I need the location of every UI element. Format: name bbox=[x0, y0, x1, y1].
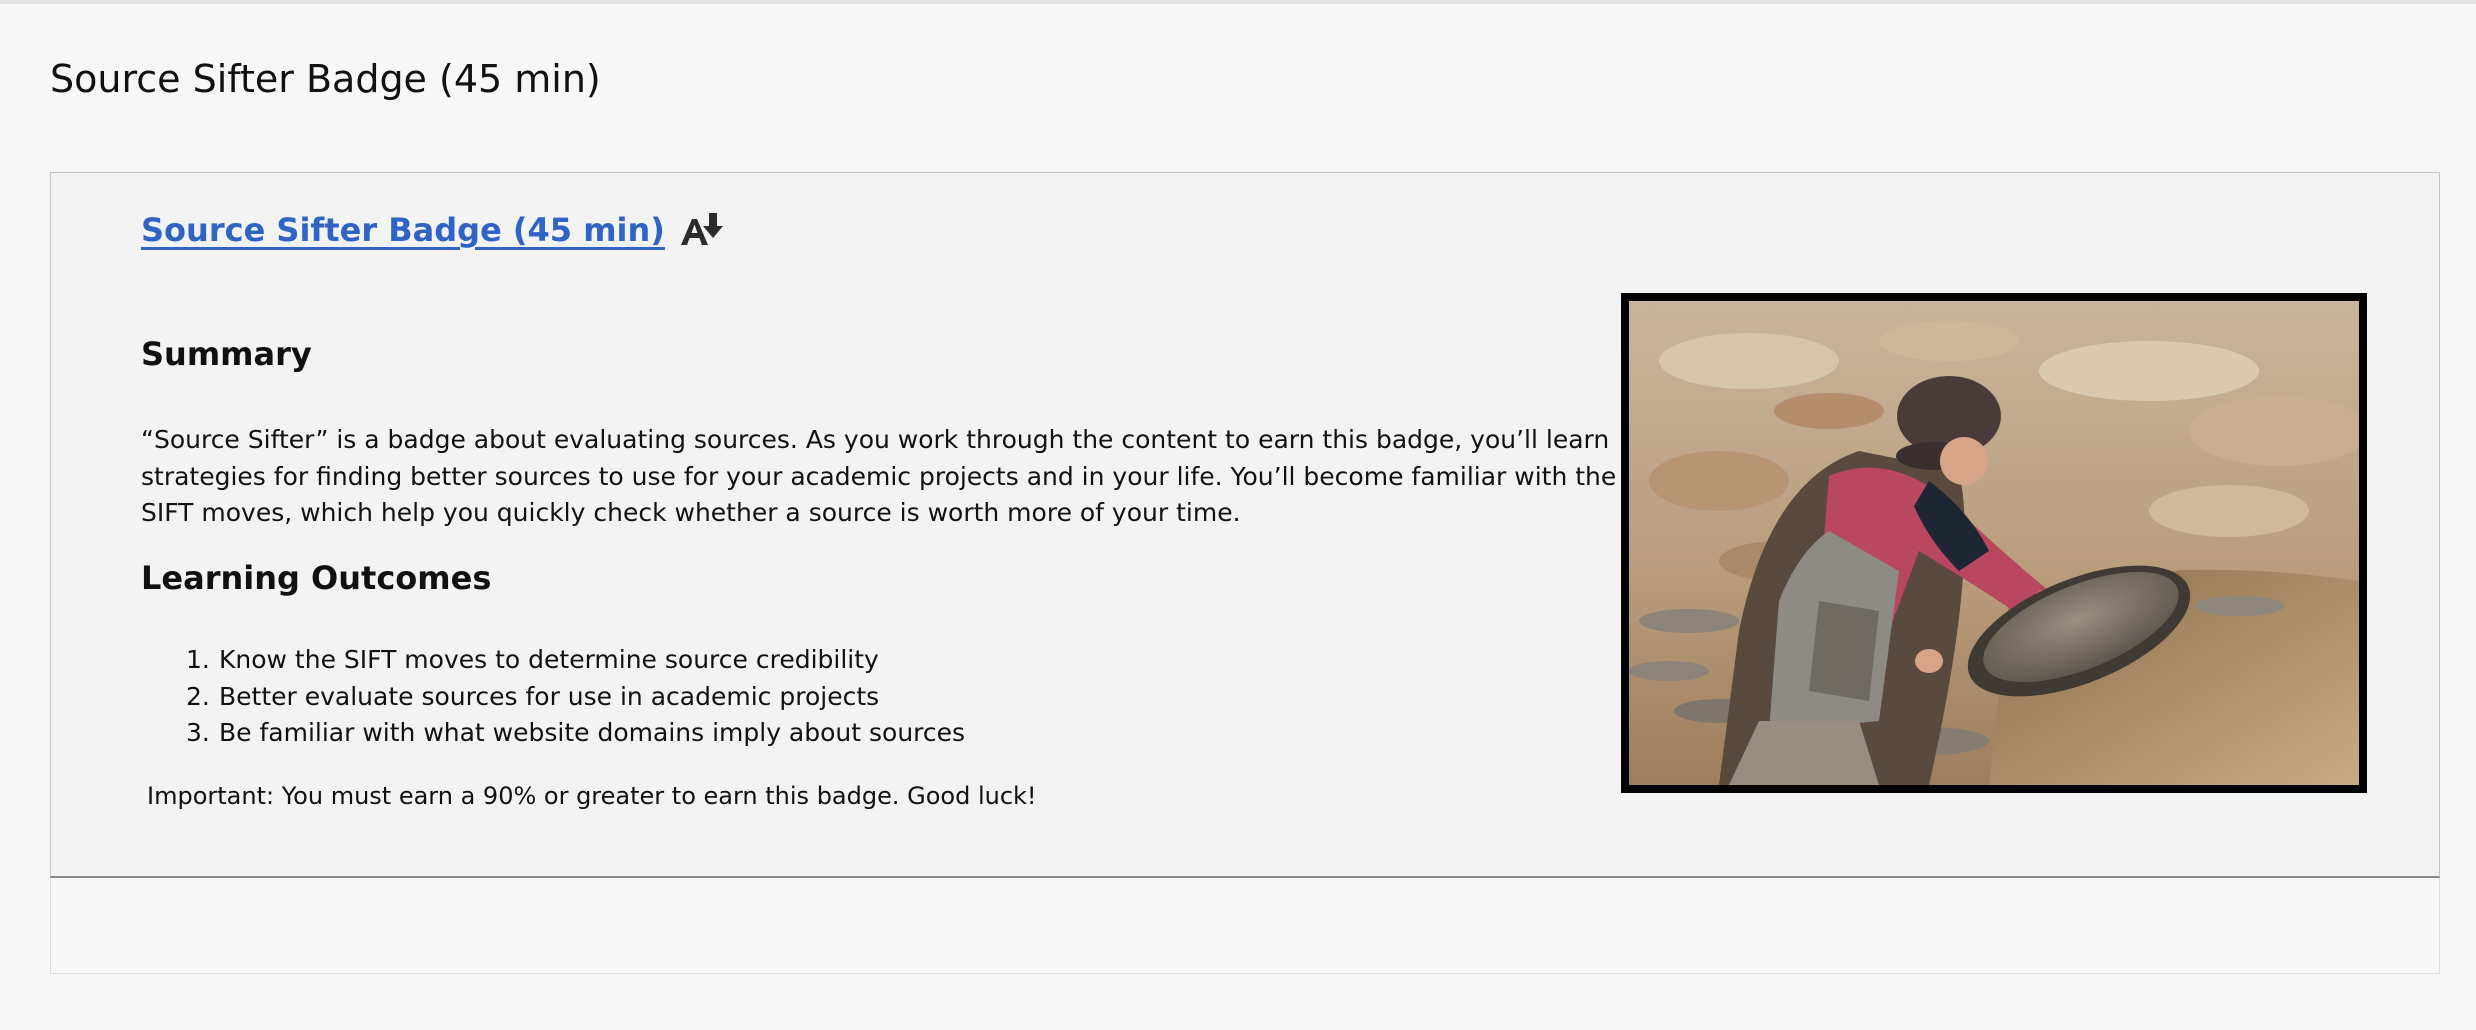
card-link-row: Source Sifter Badge (45 min) bbox=[141, 211, 725, 249]
badge-card: Source Sifter Badge (45 min) Summary “So… bbox=[50, 172, 2440, 878]
alternate-formats-icon[interactable] bbox=[679, 211, 725, 249]
list-item-text: Be familiar with what website domains im… bbox=[219, 718, 966, 747]
top-divider bbox=[0, 0, 2476, 4]
list-item-text: Better evaluate sources for use in acade… bbox=[219, 681, 880, 711]
learning-outcomes-heading: Learning Outcomes bbox=[141, 559, 492, 597]
learning-outcomes-list: 1. Know the SIFT moves to determine sour… bbox=[186, 642, 965, 752]
list-item-number: 2. bbox=[186, 681, 210, 711]
summary-text: “Source Sifter” is a badge about evaluat… bbox=[141, 425, 1617, 527]
list-item: 1. Know the SIFT moves to determine sour… bbox=[186, 642, 965, 679]
gold-panning-photo bbox=[1621, 293, 2367, 793]
list-item: 3. Be familiar with what website domains… bbox=[186, 715, 965, 752]
important-note: Important: You must earn a 90% or greate… bbox=[147, 782, 1037, 810]
page-title: Source Sifter Badge (45 min) bbox=[50, 57, 601, 101]
list-item-number: 1. bbox=[186, 645, 210, 674]
list-item-number: 3. bbox=[186, 718, 210, 747]
list-item: 2. Better evaluate sources for use in ac… bbox=[186, 679, 965, 716]
card-footer bbox=[50, 878, 2440, 974]
list-item-text: Know the SIFT moves to determine source … bbox=[219, 645, 879, 674]
badge-link[interactable]: Source Sifter Badge (45 min) bbox=[141, 211, 665, 249]
summary-heading: Summary bbox=[141, 335, 312, 373]
